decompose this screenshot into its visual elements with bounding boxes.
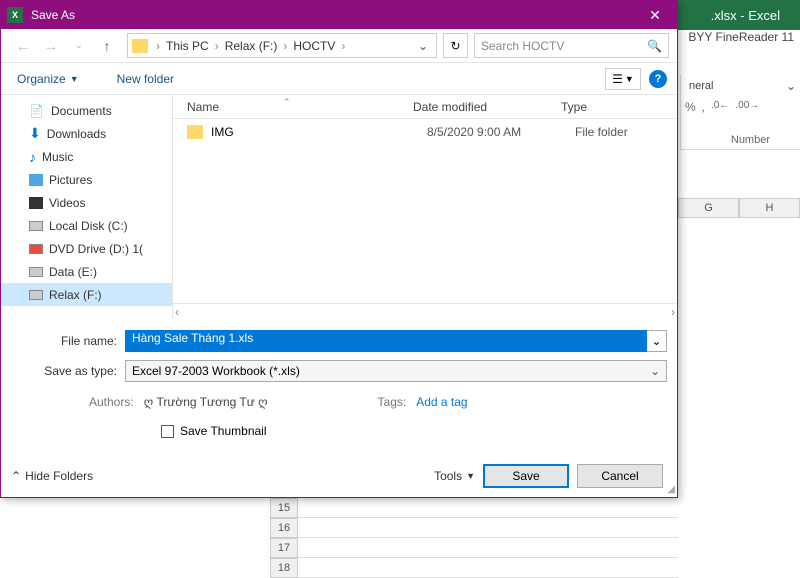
chevron-down-icon[interactable]: ⌄	[414, 39, 432, 53]
file-date: 8/5/2020 9:00 AM	[427, 125, 575, 139]
tree-item-downloads[interactable]: ⬇Downloads	[1, 122, 172, 145]
column-name[interactable]: Name	[173, 100, 413, 114]
filename-dropdown[interactable]: ⌄	[647, 330, 667, 352]
save-as-dialog: X Save As ✕ ← → ⌄ ↑ › This PC › Relax (F…	[0, 0, 678, 498]
row-header[interactable]: 15	[270, 498, 298, 518]
column-date[interactable]: Date modified	[413, 100, 561, 114]
dialog-toolbar: Organize▼ New folder ☰▼ ?	[1, 63, 677, 95]
tags-label: Tags:	[378, 395, 407, 409]
documents-icon: 📄	[29, 104, 45, 118]
tree-item-documents[interactable]: 📄Documents	[1, 99, 172, 122]
row-header[interactable]: 16	[270, 518, 298, 538]
filename-input[interactable]: Hàng Sale Tháng 1.xls	[125, 330, 647, 352]
tags-input[interactable]: Add a tag	[416, 395, 467, 409]
file-list: ⌃ Name Date modified Type IMG 8/5/2020 9…	[173, 95, 677, 319]
close-icon[interactable]: ✕	[639, 3, 671, 27]
column-header[interactable]: G	[678, 198, 739, 218]
back-button[interactable]: ←	[9, 32, 37, 60]
column-type[interactable]: Type	[561, 100, 677, 114]
up-button[interactable]: ↑	[93, 32, 121, 60]
savetype-select[interactable]: Excel 97-2003 Workbook (*.xls) ⌄	[125, 360, 667, 382]
increase-decimal-icon[interactable]: .0←	[711, 100, 729, 114]
app-hint: BYY FineReader 11	[688, 30, 794, 44]
disk-icon	[29, 221, 43, 231]
recent-dropdown[interactable]: ⌄	[65, 32, 93, 60]
comma-icon[interactable]: ,	[702, 100, 705, 114]
refresh-button[interactable]: ↻	[443, 33, 468, 58]
authors-value[interactable]: ღ Trường Tương Tư ღ	[144, 395, 268, 409]
savetype-label: Save as type:	[11, 364, 125, 378]
tree-item-music[interactable]: ♪Music	[1, 145, 172, 168]
search-input[interactable]: Search HOCTV 🔍	[474, 33, 669, 58]
folder-tree[interactable]: 📄Documents ⬇Downloads ♪Music Pictures Vi…	[1, 95, 173, 319]
tree-item-dvd-drive[interactable]: DVD Drive (D:) 1(	[1, 237, 172, 260]
chevron-down-icon[interactable]: ⌄	[786, 79, 796, 93]
tree-item-relax-f[interactable]: Relax (F:)	[1, 283, 172, 306]
breadcrumb-item[interactable]: HOCTV	[289, 39, 339, 53]
nav-bar: ← → ⌄ ↑ › This PC › Relax (F:) › HOCTV ›…	[1, 29, 677, 63]
sort-indicator-icon: ⌃	[283, 97, 291, 108]
tools-menu[interactable]: Tools▼	[434, 469, 475, 483]
breadcrumb-item[interactable]: Relax (F:)	[221, 39, 282, 53]
save-button[interactable]: Save	[483, 464, 569, 488]
folder-icon	[187, 125, 203, 139]
download-icon: ⬇	[29, 125, 41, 142]
horizontal-scrollbar[interactable]: ‹›	[173, 303, 677, 319]
pictures-icon	[29, 174, 43, 186]
music-icon: ♪	[29, 149, 36, 165]
file-type: File folder	[575, 125, 628, 139]
dvd-icon	[29, 244, 43, 254]
search-placeholder: Search HOCTV	[481, 39, 564, 53]
breadcrumb[interactable]: › This PC › Relax (F:) › HOCTV › ⌄	[127, 33, 437, 58]
tree-item-pictures[interactable]: Pictures	[1, 168, 172, 191]
percent-icon[interactable]: %	[685, 100, 696, 114]
hide-folders-button[interactable]: ⌃ Hide Folders	[11, 469, 93, 483]
organize-menu[interactable]: Organize▼	[11, 69, 85, 89]
row-header[interactable]: 17	[270, 538, 298, 558]
column-header[interactable]: H	[739, 198, 800, 218]
cancel-button[interactable]: Cancel	[577, 464, 663, 488]
number-format-dropdown[interactable]: neral	[685, 78, 717, 94]
ribbon-section-label: Number	[731, 134, 770, 146]
save-thumbnail-checkbox[interactable]	[161, 425, 174, 438]
tree-item-data-e[interactable]: Data (E:)	[1, 260, 172, 283]
tree-item-local-disk-c[interactable]: Local Disk (C:)	[1, 214, 172, 237]
tree-item-videos[interactable]: Videos	[1, 191, 172, 214]
disk-icon	[29, 290, 43, 300]
videos-icon	[29, 197, 43, 209]
forward-button[interactable]: →	[37, 32, 65, 60]
folder-icon	[132, 39, 148, 53]
breadcrumb-item[interactable]: This PC	[162, 39, 213, 53]
excel-icon: X	[7, 7, 23, 23]
resize-grip-icon[interactable]: ◢	[667, 484, 675, 495]
decrease-decimal-icon[interactable]: .00→	[735, 100, 759, 114]
view-options-button[interactable]: ☰▼	[605, 68, 641, 90]
new-folder-button[interactable]: New folder	[111, 69, 180, 89]
row-header[interactable]: 18	[270, 558, 298, 578]
help-icon[interactable]: ?	[649, 70, 667, 88]
disk-icon	[29, 267, 43, 277]
file-list-header: ⌃ Name Date modified Type	[173, 95, 677, 119]
excel-window-title: .xlsx - Excel	[711, 8, 780, 23]
chevron-up-icon: ⌃	[11, 469, 21, 483]
save-thumbnail-label: Save Thumbnail	[180, 424, 267, 438]
file-row[interactable]: IMG 8/5/2020 9:00 AM File folder	[173, 119, 677, 145]
file-name: IMG	[211, 125, 427, 139]
dialog-titlebar: X Save As ✕	[1, 1, 677, 29]
chevron-down-icon: ⌄	[650, 364, 660, 378]
search-icon: 🔍	[647, 39, 662, 53]
authors-label: Authors:	[89, 395, 134, 409]
filename-label: File name:	[11, 334, 125, 348]
dialog-title: Save As	[31, 8, 639, 22]
